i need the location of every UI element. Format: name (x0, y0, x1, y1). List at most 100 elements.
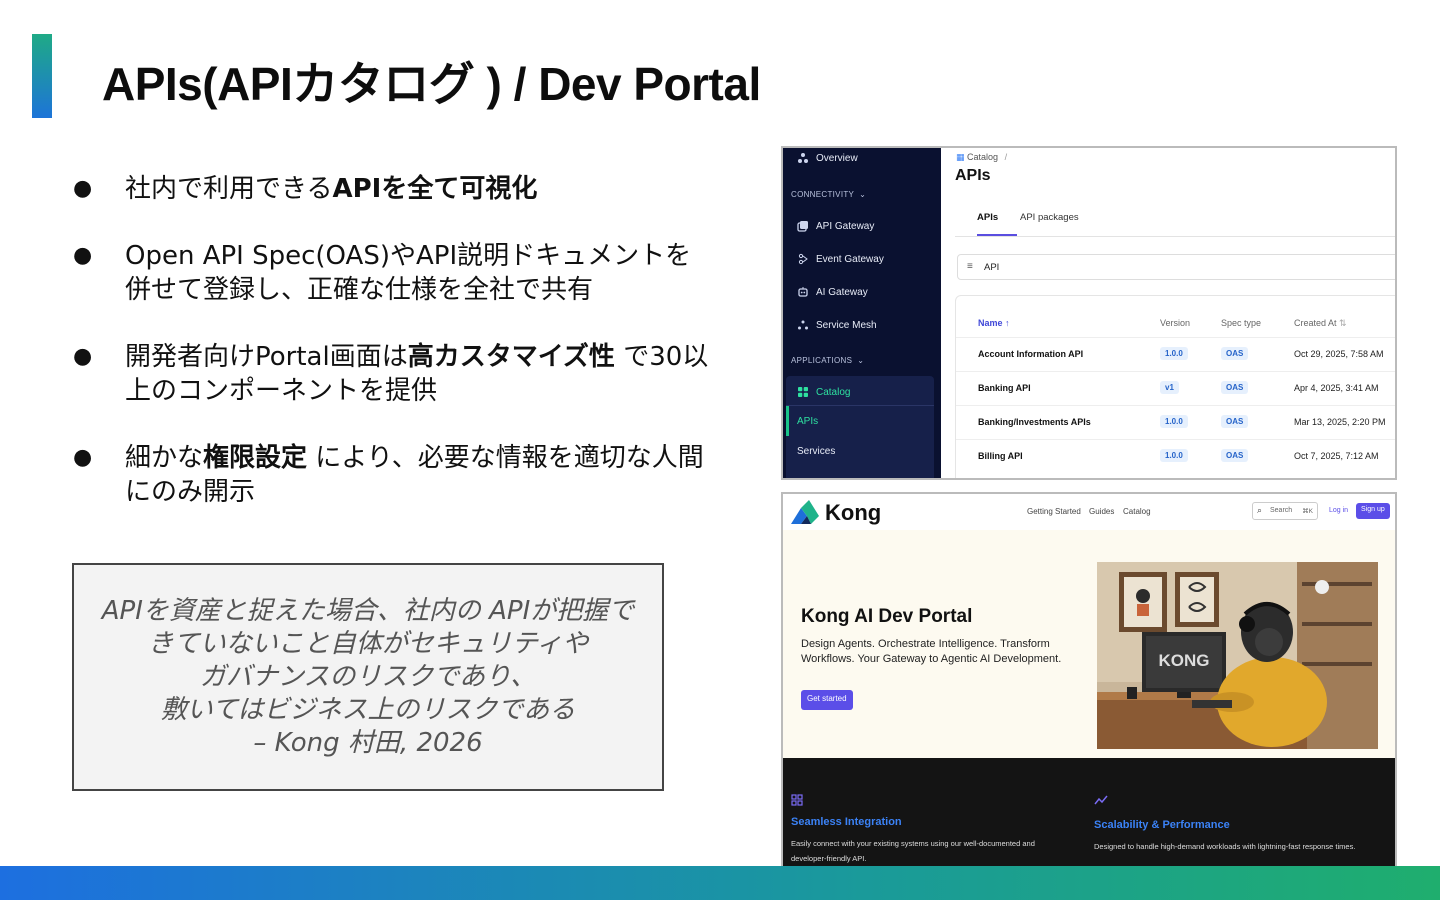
sidebar-item-event-gateway[interactable]: Event Gateway (797, 253, 884, 265)
tab-bar: APIs API packages (955, 202, 1395, 237)
column-header-created-at[interactable]: Created At ⇅ (1294, 318, 1347, 329)
quote-line: きていないこと自体がセキュリティや (147, 629, 589, 659)
table-row[interactable]: Banking/Investments APIs 1.0.0 OAS Mar 1… (956, 405, 1395, 439)
version-badge: 1.0.0 (1160, 415, 1188, 428)
signup-button[interactable]: Sign up (1356, 503, 1390, 519)
sort-icon: ⇅ (1339, 318, 1347, 328)
sidebar-subitem-apis[interactable]: APIs (797, 416, 818, 427)
nav-guides[interactable]: Guides (1089, 507, 1114, 516)
sidebar-section-connectivity[interactable]: CONNECTIVITY ⌄ (791, 190, 866, 199)
feature-title: Scalability & Performance (1094, 819, 1230, 831)
tab-api-packages[interactable]: API packages (1020, 212, 1079, 223)
title-accent-bar (32, 34, 52, 118)
feature-description: Designed to handle high-demand workloads… (1094, 842, 1356, 851)
quote-line: ガバナンスのリスクであり、 (199, 662, 537, 692)
spec-badge: OAS (1221, 347, 1249, 360)
brand-name[interactable]: Kong (825, 500, 881, 526)
column-label: Created At (1294, 318, 1337, 328)
bullet-text: 社内で利用できる (125, 174, 333, 204)
login-link[interactable]: Log in (1329, 507, 1348, 514)
spec-badge: OAS (1221, 381, 1249, 394)
bullet-item: ● 細かな権限設定 により、必要な情報を適切な人間にのみ開示 (70, 441, 710, 509)
nav-getting-started[interactable]: Getting Started (1027, 507, 1081, 516)
sidebar-item-api-gateway[interactable]: API Gateway (797, 220, 874, 232)
api-name[interactable]: Banking API (978, 383, 1031, 393)
version-badge: 1.0.0 (1160, 347, 1188, 360)
bullet-text: 開発者向けPortal画面は (125, 342, 408, 372)
overview-icon (797, 152, 809, 164)
sidebar-item-label: API Gateway (816, 220, 875, 232)
feature-description: Easily connect with your existing system… (791, 839, 1035, 863)
filter-icon: ≡ (967, 261, 973, 272)
table-row[interactable]: Billing API 1.0.0 OAS Oct 7, 2025, 7:12 … (956, 439, 1395, 473)
table-row[interactable]: Account Information API 1.0.0 OAS Oct 29… (956, 337, 1395, 371)
sidebar-item-label: Services (797, 446, 836, 457)
tab-apis[interactable]: APIs (977, 212, 998, 223)
table-row[interactable]: Banking API v1 OAS Apr 4, 2025, 3:41 AM (956, 371, 1395, 405)
event-gateway-icon (797, 253, 809, 265)
search-icon: ⌕ (1257, 505, 1263, 515)
features-section: Seamless Integration Easily connect with… (783, 758, 1395, 874)
spec-badge: OAS (1221, 449, 1249, 462)
created-at: Apr 4, 2025, 3:41 AM (1294, 383, 1379, 393)
sort-asc-icon: ↑ (1005, 318, 1010, 328)
sidebar-item-label: Service Mesh (816, 319, 877, 331)
sidebar-item-ai-gateway[interactable]: AI Gateway (797, 286, 868, 298)
sidebar-item-label: AI Gateway (816, 286, 868, 298)
api-table: Name ↑ Version Spec type Created At ⇅ Ac… (955, 295, 1395, 478)
slide-title: APIs(APIカタログ ) / Dev Portal (102, 58, 761, 110)
sidebar-item-catalog-label[interactable]: Catalog (797, 386, 850, 398)
column-header-spec-type[interactable]: Spec type (1221, 318, 1261, 328)
section-label: CONNECTIVITY (791, 190, 855, 199)
chevron-down-icon: ⌄ (854, 356, 865, 365)
sidebar-subitem-services[interactable]: Services (797, 446, 835, 457)
search-shortcut: ⌘K (1302, 508, 1313, 515)
search-input[interactable]: ⌕ Search ⌘K (1252, 502, 1318, 520)
api-name[interactable]: Account Information API (978, 349, 1083, 359)
sidebar-section-applications[interactable]: APPLICATIONS ⌄ (791, 356, 864, 365)
column-label: Name (978, 318, 1003, 328)
monitor-logo: KONG (1159, 651, 1210, 670)
bullet-text: 細かな (125, 443, 204, 473)
active-tab-indicator (977, 234, 1017, 236)
api-gateway-icon (797, 220, 809, 232)
catalog-icon: ▦ (956, 152, 965, 162)
version-badge: v1 (1160, 381, 1179, 394)
api-name[interactable]: Billing API (978, 451, 1023, 461)
page-title: APIs (955, 167, 991, 184)
column-header-version[interactable]: Version (1160, 318, 1190, 328)
quote-box: APIを資産と捉えた場合、社内の APIが把握で きていないこと自体がセキュリテ… (72, 563, 664, 791)
bullet-dot: ● (73, 243, 93, 268)
hero-illustration: KONG (1097, 562, 1378, 749)
sidebar-item-label: Overview (816, 152, 858, 164)
bullet-dot: ● (73, 344, 93, 369)
bullet-emphasis: 高カスタマイズ性 (407, 342, 615, 372)
service-mesh-icon (797, 319, 809, 331)
sidebar-item-service-mesh[interactable]: Service Mesh (797, 319, 877, 331)
quote-line: 敷いてはビジネス上のリスクである (160, 695, 576, 725)
api-name[interactable]: Banking/Investments APIs (978, 417, 1091, 427)
kong-logo-icon (791, 500, 819, 524)
bullet-item: ● 開発者向けPortal画面は高カスタマイズ性 で30以上のコンポーネントを提… (70, 340, 710, 408)
sidebar-item-overview[interactable]: Overview (797, 152, 858, 164)
version-badge: 1.0.0 (1160, 449, 1188, 462)
get-started-button[interactable]: Get started (801, 690, 853, 710)
breadcrumb-link[interactable]: Catalog (967, 152, 998, 162)
breadcrumb: ▦ Catalog / (956, 152, 1007, 163)
bullet-list: ● 社内で利用できるAPIを全て可視化 ● Open API Spec(OAS)… (70, 172, 710, 542)
dev-portal-screenshot: Kong Getting Started Guides Catalog ⌕ Se… (781, 492, 1397, 876)
quote-attribution: – Kong 村田, 2026 (253, 728, 483, 758)
column-header-name[interactable]: Name ↑ (978, 318, 1010, 328)
bullet-emphasis: APIを全て可視化 (332, 174, 538, 204)
bullet-emphasis: 権限設定 (203, 443, 308, 473)
bullet-dot: ● (73, 176, 93, 201)
nav-catalog[interactable]: Catalog (1123, 507, 1151, 516)
section-label: APPLICATIONS (791, 356, 853, 365)
filter-input[interactable]: ≡ API (957, 254, 1395, 280)
sidebar: Overview CONNECTIVITY ⌄ API Gateway Even… (783, 148, 941, 478)
ai-gateway-icon (797, 286, 809, 298)
search-placeholder: Search (1270, 507, 1293, 514)
sidebar-item-label: Event Gateway (816, 253, 884, 265)
portal-header: Kong Getting Started Guides Catalog ⌕ Se… (783, 494, 1395, 530)
footer-gradient-bar (0, 866, 1440, 900)
